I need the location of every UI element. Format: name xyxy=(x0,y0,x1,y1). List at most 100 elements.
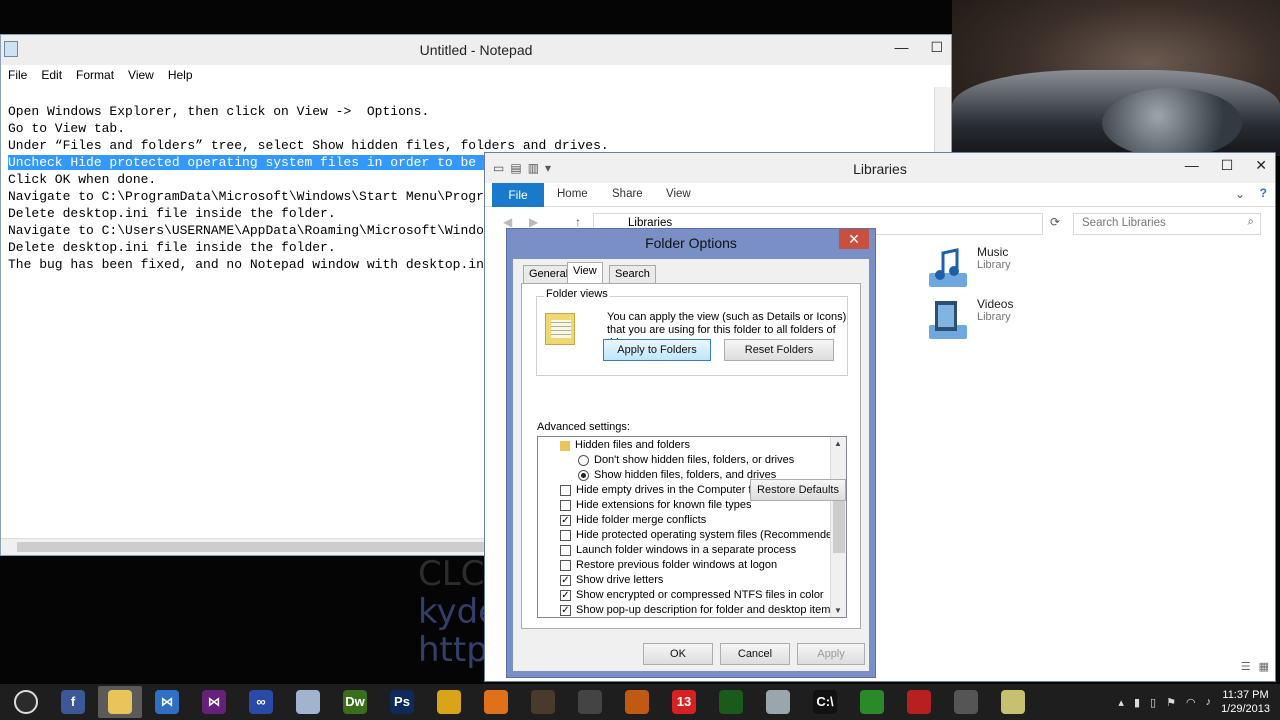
menu-format[interactable]: Format xyxy=(76,68,114,82)
taskbar-item[interactable] xyxy=(286,686,330,718)
up-icon[interactable]: ↑ xyxy=(575,215,581,229)
checkbox-show-drive-letters[interactable]: ✓ Show drive letters xyxy=(560,573,663,588)
taskbar-item[interactable]: ∞ xyxy=(239,686,283,718)
apply-to-folders-button[interactable]: Apply to Folders xyxy=(603,339,711,361)
maximize-icon[interactable]: ☐ xyxy=(1221,157,1234,174)
forward-icon[interactable]: ▶ xyxy=(529,215,538,229)
cube-icon xyxy=(296,690,320,714)
taskbar-item[interactable] xyxy=(756,686,800,718)
library-item-videos[interactable]: Videos Library xyxy=(925,297,1013,343)
library-item-music[interactable]: Music Library xyxy=(925,245,1011,291)
checkbox-checked[interactable]: ✓ xyxy=(560,605,571,616)
clock[interactable]: 11:37 PM 1/29/2013 xyxy=(1221,688,1270,716)
music-library-icon xyxy=(929,248,967,287)
taskbar-item[interactable]: f xyxy=(51,686,95,718)
taskbar-item[interactable] xyxy=(709,686,753,718)
back-icon[interactable]: ◀ xyxy=(503,215,512,229)
radio-dont-show-hidden[interactable]: Don't show hidden files, folders, or dri… xyxy=(578,453,794,468)
checkbox-hide-empty-drives[interactable]: Hide empty drives in the Computer folder xyxy=(560,483,776,498)
radio-show-hidden[interactable]: Show hidden files, folders, and drives xyxy=(578,468,776,483)
taskbar-item[interactable] xyxy=(521,686,565,718)
checkbox[interactable] xyxy=(560,560,571,571)
menu-file[interactable]: File xyxy=(8,68,27,82)
network-icon[interactable]: ▯ xyxy=(1150,696,1156,709)
scroll-down-icon[interactable]: ▼ xyxy=(834,606,842,615)
taskbar-item[interactable] xyxy=(615,686,659,718)
tree-item-hidden-files[interactable]: Hidden files and folders xyxy=(560,438,690,453)
checkbox[interactable] xyxy=(560,545,571,556)
search-input[interactable]: Search Libraries ⌕ xyxy=(1073,213,1261,235)
taskbar-item[interactable]: Dw xyxy=(333,686,377,718)
taskbar-item[interactable] xyxy=(427,686,471,718)
close-icon[interactable]: ✕ xyxy=(1255,157,1267,174)
checkbox-restore-windows[interactable]: Restore previous folder windows at logon xyxy=(560,558,777,573)
checkbox-label: Restore previous folder windows at logon xyxy=(576,559,778,571)
taskbar-item[interactable]: 13 xyxy=(662,686,706,718)
scroll-thumb[interactable] xyxy=(17,542,487,552)
wifi-icon[interactable]: ◠ xyxy=(1186,696,1196,709)
checkbox-popup-description[interactable]: ✓ Show pop-up description for folder and … xyxy=(560,603,836,617)
minimize-icon[interactable]: — xyxy=(1185,157,1199,174)
menu-help[interactable]: Help xyxy=(168,68,193,82)
restore-defaults-button[interactable]: Restore Defaults xyxy=(750,479,846,501)
checkbox-hide-merge-conflicts[interactable]: ✓ Hide folder merge conflicts xyxy=(560,513,706,528)
advanced-scrollbar[interactable]: ▲ ▼ xyxy=(830,437,846,617)
battery-icon[interactable]: ▮ xyxy=(1134,696,1140,709)
cancel-button[interactable]: Cancel xyxy=(720,643,790,665)
checkbox-checked[interactable]: ✓ xyxy=(560,590,571,601)
notepad-titlebar[interactable]: Untitled - Notepad — ☐ xyxy=(1,35,951,65)
ok-button[interactable]: OK xyxy=(643,643,713,665)
chevron-down-icon[interactable]: ⌄ xyxy=(1235,187,1245,201)
taskbar-item[interactable] xyxy=(944,686,988,718)
start-icon xyxy=(14,690,38,714)
taskbar-item[interactable] xyxy=(850,686,894,718)
apply-button[interactable]: Apply xyxy=(797,643,865,665)
taskbar-item[interactable] xyxy=(98,686,142,718)
tab-view[interactable]: View xyxy=(567,262,603,284)
checkbox-checked[interactable]: ✓ xyxy=(560,575,571,586)
reset-folders-button[interactable]: Reset Folders xyxy=(724,339,834,361)
tab-file[interactable]: File xyxy=(492,183,544,207)
taskbar-item[interactable]: ⋈ xyxy=(145,686,189,718)
show-hidden-icons-icon[interactable]: ▴ xyxy=(1118,696,1124,709)
taskbar-item[interactable] xyxy=(474,686,518,718)
volume-icon[interactable]: ♪ xyxy=(1206,696,1212,708)
taskbar-item[interactable] xyxy=(4,686,48,718)
checkbox-separate-process[interactable]: Launch folder windows in a separate proc… xyxy=(560,543,796,558)
taskbar-item[interactable] xyxy=(568,686,612,718)
large-icons-view-icon[interactable]: ▦ xyxy=(1259,660,1269,673)
taskbar-item[interactable]: C:\ xyxy=(803,686,847,718)
checkbox-hide-protected-files[interactable]: Hide protected operating system files (R… xyxy=(560,528,842,543)
menu-edit[interactable]: Edit xyxy=(41,68,62,82)
checkbox[interactable] xyxy=(560,485,571,496)
checkbox-checked[interactable]: ✓ xyxy=(560,515,571,526)
taskbar-item[interactable] xyxy=(991,686,1035,718)
close-icon[interactable]: ✕ xyxy=(839,229,869,249)
terminal-green-icon xyxy=(719,690,743,714)
folder-options-dialog[interactable]: Folder Options ✕ General View Search You… xyxy=(506,228,876,678)
taskbar-item[interactable] xyxy=(897,686,941,718)
details-view-icon[interactable]: ☰ xyxy=(1241,660,1251,673)
tab-view[interactable]: View xyxy=(666,188,691,200)
checkbox-hide-extensions[interactable]: Hide extensions for known file types xyxy=(560,498,751,513)
minimize-icon[interactable]: — xyxy=(894,39,908,56)
flag-icon[interactable]: ⚑ xyxy=(1166,696,1176,709)
checkbox[interactable] xyxy=(560,500,571,511)
scroll-up-icon[interactable]: ▲ xyxy=(834,439,842,448)
tab-home[interactable]: Home xyxy=(557,188,588,200)
taskbar-item[interactable]: ⋈ xyxy=(192,686,236,718)
checkbox-label: Show pop-up description for folder and d… xyxy=(576,604,836,616)
checkbox-ntfs-color[interactable]: ✓ Show encrypted or compressed NTFS files… xyxy=(560,588,824,603)
maximize-icon[interactable]: ☐ xyxy=(930,39,943,56)
menu-view[interactable]: View xyxy=(128,68,154,82)
radio-button-selected[interactable] xyxy=(578,470,589,481)
radio-button[interactable] xyxy=(578,455,589,466)
help-icon[interactable]: ? xyxy=(1260,186,1267,200)
advanced-settings-list[interactable]: Hidden files and folders Don't show hidd… xyxy=(537,436,847,618)
tab-share[interactable]: Share xyxy=(612,188,643,200)
taskbar-item[interactable]: Ps xyxy=(380,686,424,718)
checkbox[interactable] xyxy=(560,530,571,541)
explorer-titlebar[interactable]: ▭ ▤ ▥ ▾ Libraries — ☐ ✕ xyxy=(485,153,1275,183)
refresh-icon[interactable]: ⟳ xyxy=(1050,215,1060,229)
tab-search[interactable]: Search xyxy=(609,265,656,283)
